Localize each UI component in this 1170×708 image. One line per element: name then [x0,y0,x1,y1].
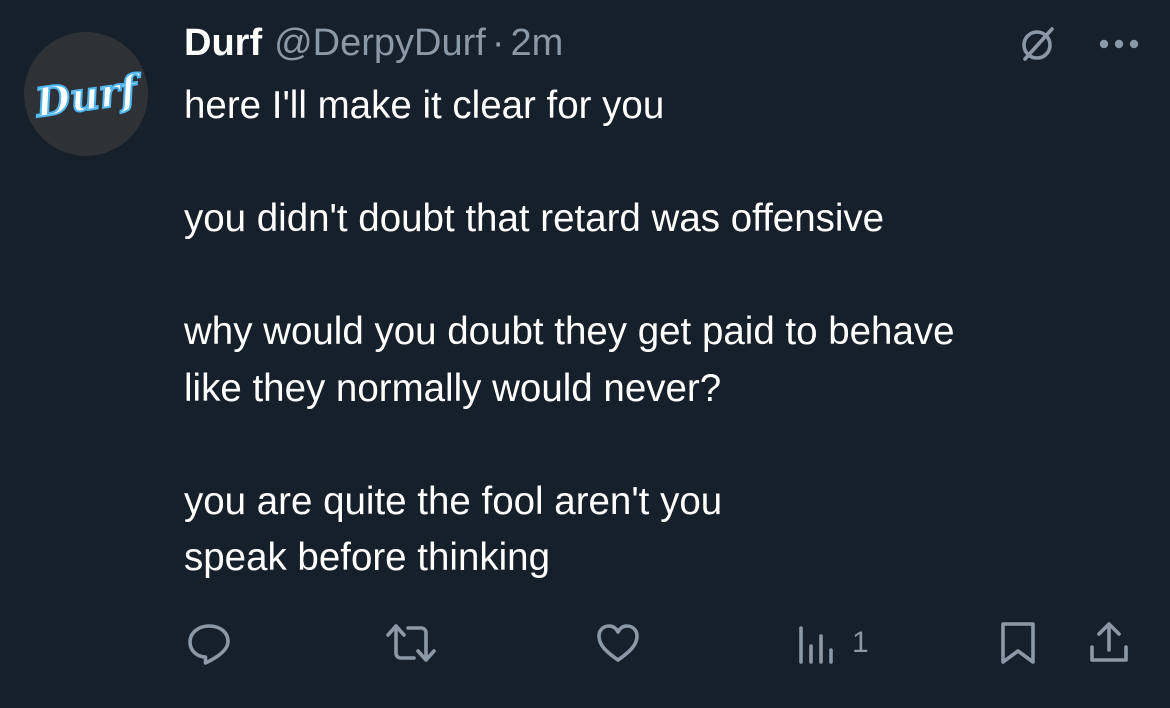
reply-icon [188,624,230,665]
views-button[interactable]: 1 [796,618,869,668]
views-icon [799,626,833,664]
tweet-text: here I'll make it clear for you you didn… [184,78,1124,587]
retweet-button[interactable] [384,618,438,668]
views-count: 1 [852,626,869,659]
bookmark-icon [1001,622,1035,664]
share-icon [1090,622,1128,662]
tweet-line: why would you doubt they get paid to beh… [184,310,955,353]
header-actions [1016,22,1140,66]
bookmark-button[interactable] [998,618,1038,668]
tweet-line: like they normally would never? [184,366,722,410]
user-handle[interactable]: @DerpyDurf [274,18,486,68]
avatar[interactable]: Durf [24,32,148,156]
grok-icon [1022,27,1054,61]
retweet-icon [386,624,436,662]
like-button[interactable] [594,618,642,668]
tweet[interactable]: Durf Durf @DerpyDurf · 2m here I'll make… [0,0,1170,708]
grok-button[interactable] [1016,22,1060,66]
timestamp[interactable]: 2m [511,18,564,68]
tweet-line: you didn't doubt that retard was offensi… [184,197,885,240]
tweet-line: you are quite the fool aren't you [184,479,723,523]
share-button[interactable] [1086,618,1132,668]
tweet-header: Durf @DerpyDurf · 2m [184,18,563,68]
display-name[interactable]: Durf [184,18,262,68]
tweet-line: speak before thinking [184,536,550,579]
action-bar: 1 [186,618,1142,668]
reply-button[interactable] [186,618,232,668]
heart-icon [597,624,639,662]
tweet-line: here I'll make it clear for you [184,84,665,127]
separator-dot: · [491,22,505,64]
more-button[interactable] [1098,38,1140,50]
more-icon [1099,39,1139,49]
